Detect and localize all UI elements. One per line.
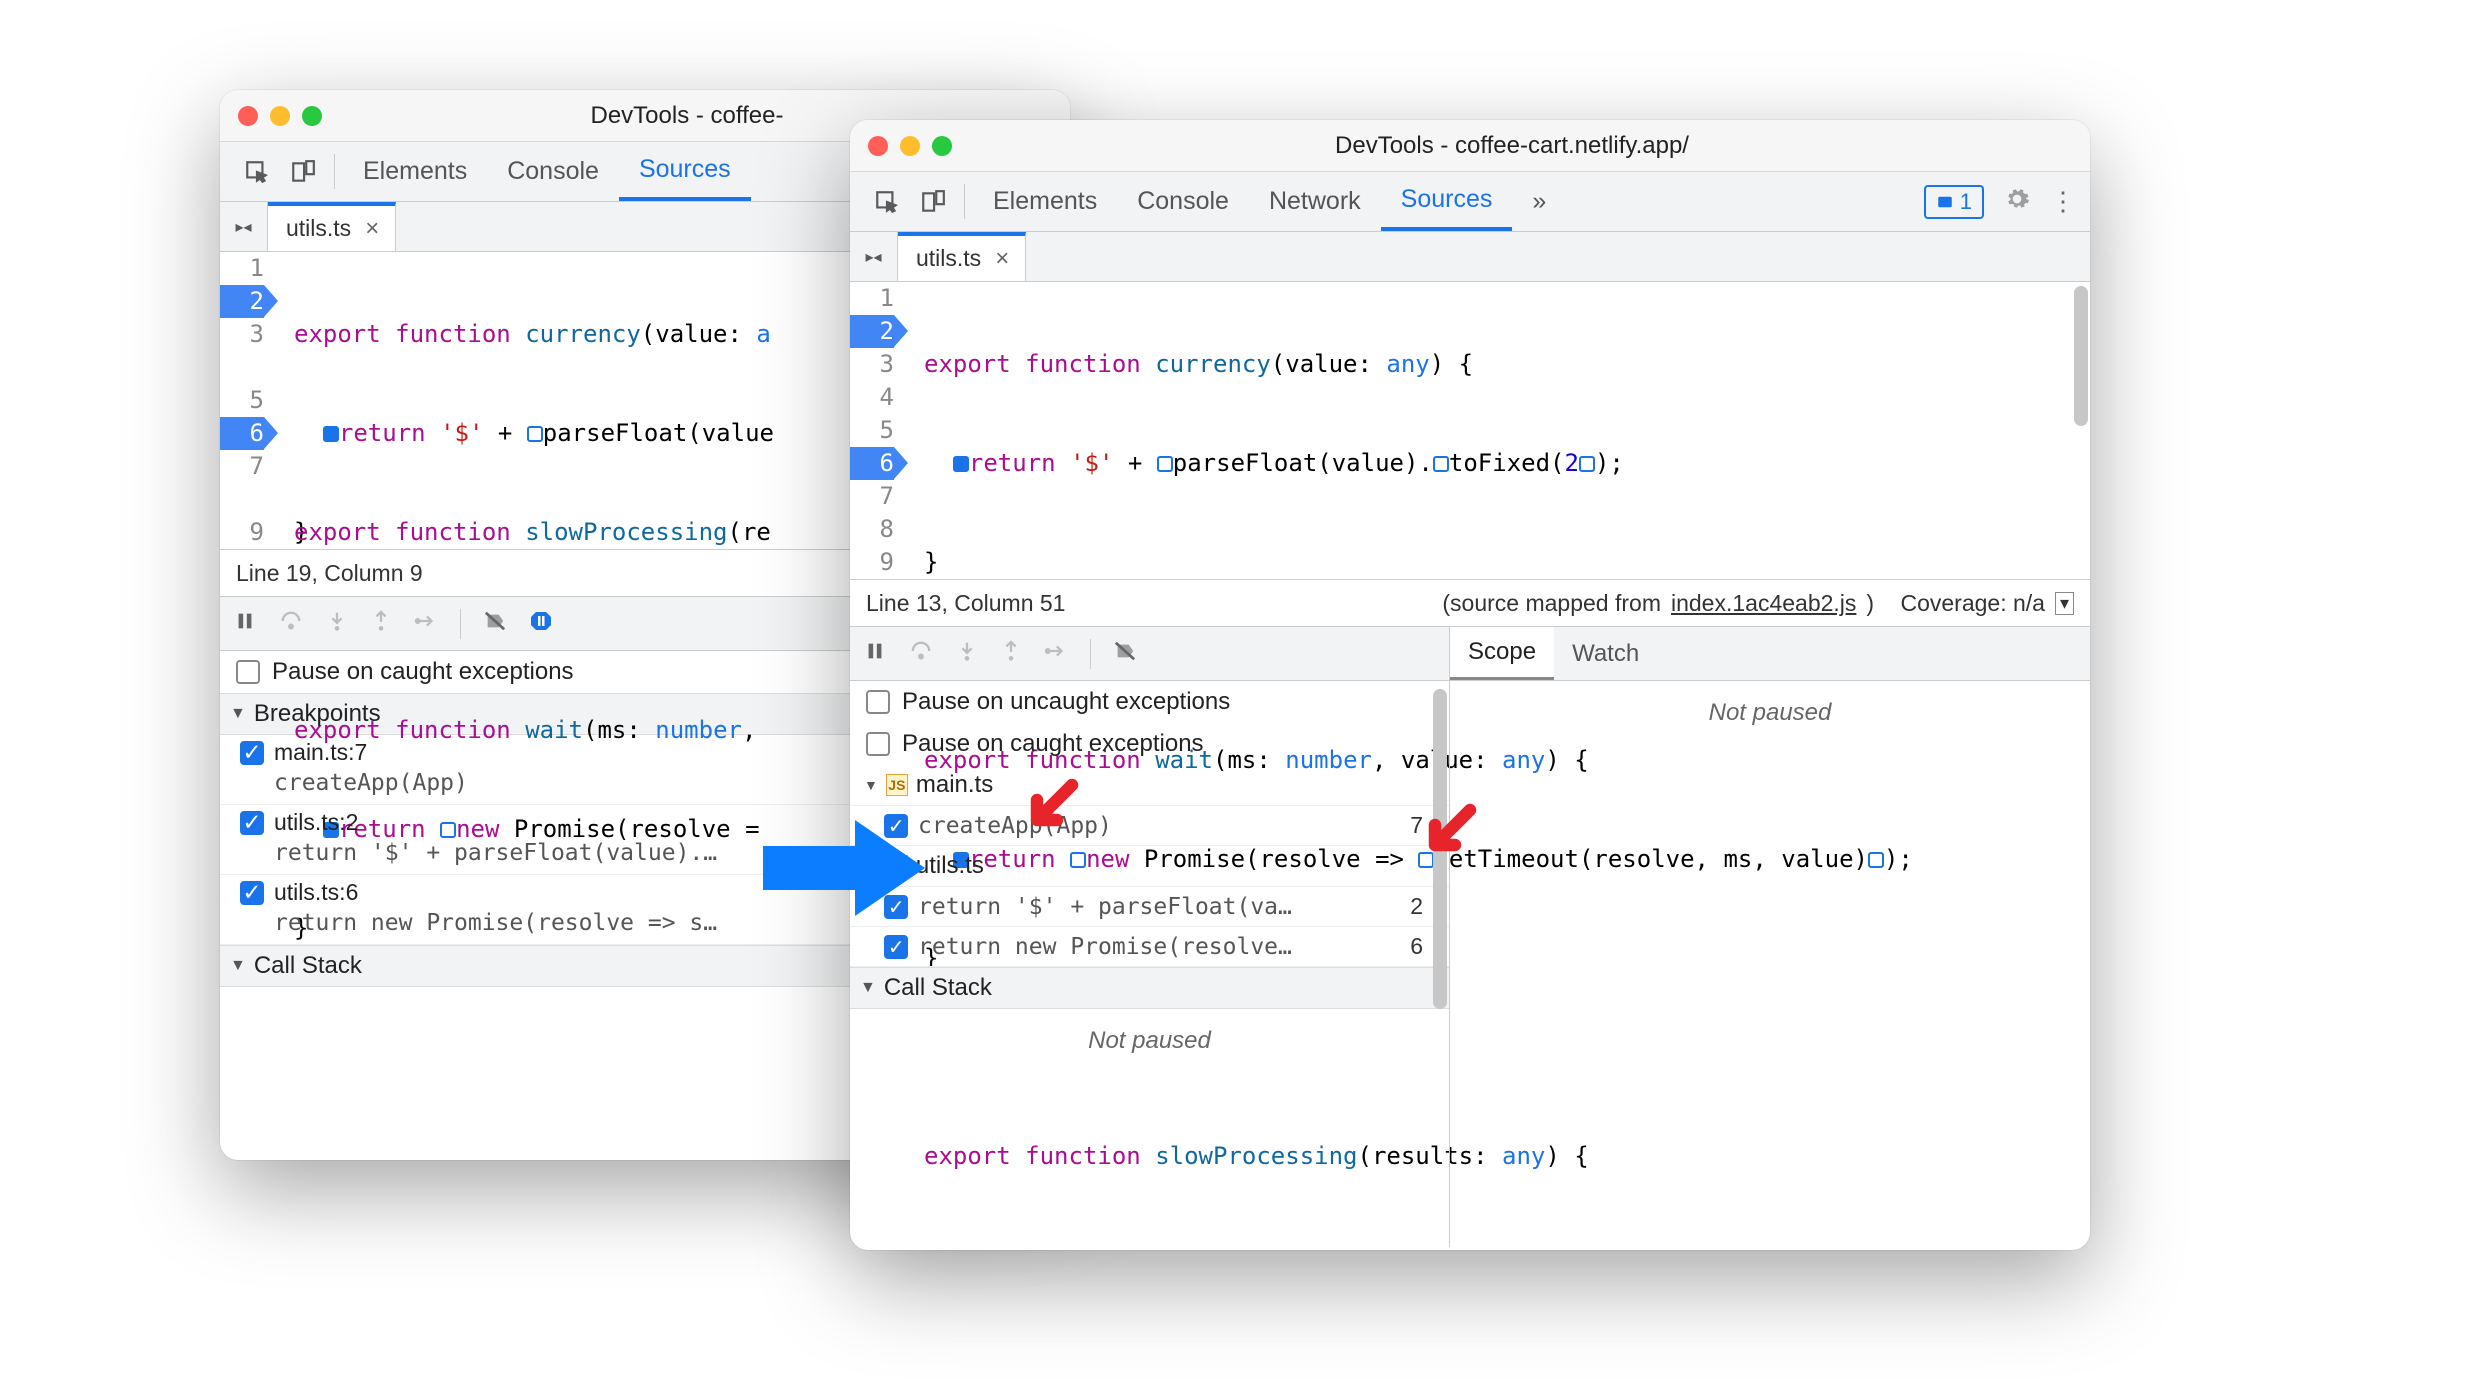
pause-caught-row[interactable]: Pause on caught exceptions (850, 723, 1449, 765)
maximize-icon[interactable] (302, 106, 322, 126)
pause-on-exceptions-icon[interactable] (529, 609, 553, 638)
bp-group-header[interactable]: JS main.ts (850, 765, 1449, 806)
deactivate-breakpoints-icon[interactable] (483, 610, 507, 637)
checkbox[interactable] (866, 732, 890, 756)
line-number[interactable]: 1 (220, 252, 264, 285)
file-tab[interactable]: utils.ts × (268, 202, 396, 251)
line-number[interactable]: 7 (220, 450, 264, 483)
file-tab-label: utils.ts (916, 245, 981, 272)
file-tab[interactable]: utils.ts × (898, 232, 1026, 281)
step-icon[interactable] (414, 610, 438, 637)
pause-icon[interactable] (864, 640, 886, 667)
step-out-icon[interactable] (1000, 640, 1022, 667)
cursor-position: Line 19, Column 9 (236, 560, 423, 587)
kebab-icon[interactable]: ⋮ (2050, 186, 2076, 217)
window-title: DevTools - coffee-cart.netlify.app/ (952, 132, 2072, 160)
line-number[interactable]: 5 (220, 384, 264, 417)
breakpoint-item[interactable]: ✓ return new Promise(resolve… 6 (850, 927, 1449, 967)
device-icon[interactable] (910, 172, 956, 231)
close-icon[interactable] (238, 106, 258, 126)
tab-console[interactable]: Console (1117, 172, 1249, 231)
line-number[interactable]: 7 (850, 480, 894, 513)
checkbox[interactable]: ✓ (240, 881, 264, 905)
maximize-icon[interactable] (932, 136, 952, 156)
step-into-icon[interactable] (326, 610, 348, 637)
file-tabs: ▸◂ utils.ts × (850, 232, 2090, 282)
pause-uncaught-row[interactable]: Pause on uncaught exceptions (850, 681, 1449, 723)
checkbox[interactable] (866, 690, 890, 714)
checkbox[interactable]: ✓ (884, 935, 908, 959)
scrollbar[interactable] (2074, 286, 2088, 426)
not-paused-label: Not paused (850, 1009, 1449, 1073)
step-icon[interactable] (1044, 640, 1068, 667)
close-icon[interactable] (868, 136, 888, 156)
line-number[interactable]: 9 (220, 516, 264, 549)
line-number-breakpoint[interactable]: 2 (850, 315, 894, 348)
minimize-icon[interactable] (270, 106, 290, 126)
inspect-icon[interactable] (864, 172, 910, 231)
close-icon[interactable]: × (365, 215, 379, 243)
tab-sources[interactable]: Sources (619, 142, 751, 201)
devtools-window-right: DevTools - coffee-cart.netlify.app/ Elem… (850, 120, 2090, 1250)
step-over-icon[interactable] (278, 610, 304, 637)
minimize-icon[interactable] (900, 136, 920, 156)
code-editor[interactable]: 1 2 3 4 5 6 7 8 9 export function curren… (850, 282, 2090, 579)
checkbox[interactable]: ✓ (240, 741, 264, 765)
pause-icon[interactable] (234, 610, 256, 637)
step-into-icon[interactable] (956, 640, 978, 667)
line-number-breakpoint[interactable]: 6 (220, 417, 264, 450)
callstack-header[interactable]: Call Stack (850, 967, 1449, 1009)
file-tab-label: utils.ts (286, 215, 351, 242)
issues-badge[interactable]: 1 (1924, 185, 1984, 219)
navigator-icon[interactable]: ▸◂ (220, 202, 268, 251)
line-number[interactable]: 3 (850, 348, 894, 381)
line-number-breakpoint[interactable]: 2 (220, 285, 264, 318)
line-number[interactable] (220, 351, 264, 384)
line-number[interactable]: 8 (850, 513, 894, 546)
inspect-icon[interactable] (234, 142, 280, 201)
breakpoint-item[interactable]: ✓ return '$' + parseFloat(va… 2 (850, 887, 1449, 927)
step-out-icon[interactable] (370, 610, 392, 637)
line-number[interactable]: 4 (850, 381, 894, 414)
red-arrow-annotation (1420, 800, 1480, 865)
line-number[interactable]: 9 (850, 546, 894, 579)
step-over-icon[interactable] (908, 640, 934, 667)
gear-icon[interactable] (2004, 186, 2030, 217)
tab-network[interactable]: Network (1249, 172, 1381, 231)
navigator-icon[interactable]: ▸◂ (850, 232, 898, 281)
debugger-toolbar (850, 627, 1449, 681)
blue-arrow-annotation (855, 820, 925, 916)
checkbox[interactable] (236, 660, 260, 684)
tab-elements[interactable]: Elements (343, 142, 487, 201)
line-number-breakpoint[interactable]: 6 (850, 447, 894, 480)
line-number[interactable] (220, 483, 264, 516)
line-number[interactable]: 5 (850, 414, 894, 447)
bp-group-header[interactable]: JS utils.ts (850, 846, 1449, 887)
checkbox[interactable]: ✓ (240, 811, 264, 835)
close-icon[interactable]: × (995, 245, 1009, 273)
line-number[interactable]: 1 (850, 282, 894, 315)
tab-sources[interactable]: Sources (1381, 172, 1513, 231)
main-toolbar: Elements Console Network Sources » 1 ⋮ (850, 172, 2090, 232)
red-arrow-annotation (1022, 775, 1082, 840)
tab-console[interactable]: Console (487, 142, 619, 201)
titlebar: DevTools - coffee-cart.netlify.app/ (850, 120, 2090, 172)
device-icon[interactable] (280, 142, 326, 201)
line-number[interactable]: 3 (220, 318, 264, 351)
deactivate-breakpoints-icon[interactable] (1113, 640, 1137, 667)
js-file-icon: JS (886, 774, 908, 796)
tab-elements[interactable]: Elements (973, 172, 1117, 231)
pause-caught-label: Pause on caught exceptions (272, 658, 574, 686)
more-tabs[interactable]: » (1512, 172, 1566, 231)
breakpoint-item[interactable]: ✓ createApp(App) 7 (850, 806, 1449, 846)
